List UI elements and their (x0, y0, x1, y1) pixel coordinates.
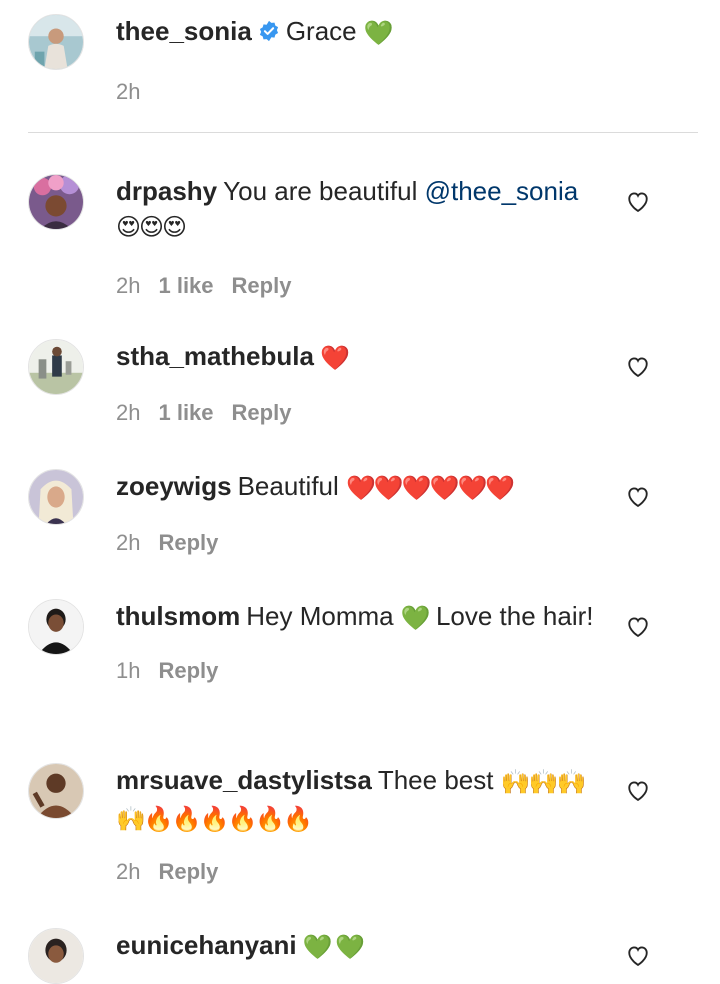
comment-username[interactable]: zoeywigs (116, 471, 232, 501)
heart-outline-icon (628, 192, 648, 213)
comment-emoji: 💚 💚 (302, 934, 365, 961)
like-button[interactable] (624, 776, 652, 804)
comment-time: 2h (116, 859, 141, 884)
reply-button[interactable]: Reply (232, 273, 292, 298)
comment-text-after: Love the hair! (435, 601, 594, 631)
avatar-thee-sonia[interactable] (28, 14, 84, 70)
avatar-mrsuave-dastylistsa[interactable] (28, 763, 84, 819)
avatar-zoeywigs[interactable] (28, 469, 84, 525)
comment-text: You are beautiful (223, 176, 418, 206)
avatar-drpashy[interactable] (28, 174, 84, 230)
heart-outline-icon (628, 617, 648, 638)
like-button[interactable] (624, 352, 652, 380)
caption-emoji: 💚 (363, 20, 394, 47)
comment-emoji: ❤️❤️❤️❤️❤️❤️ (346, 475, 515, 502)
comment-username[interactable]: eunicehanyani (116, 930, 297, 960)
comment-mention[interactable]: @thee_sonia (425, 176, 579, 206)
caption-username[interactable]: thee_sonia (116, 16, 252, 46)
comment-username[interactable]: thulsmom (116, 601, 240, 631)
comment-time: 2h (116, 273, 141, 298)
comment-text: Hey Momma (246, 601, 394, 631)
like-button[interactable] (624, 612, 652, 640)
comment-emoji: 💚 (400, 605, 431, 632)
caption-time: 2h (116, 79, 141, 104)
reply-button[interactable]: Reply (158, 859, 218, 884)
comment-username[interactable]: stha_mathebula (116, 341, 314, 371)
like-button[interactable] (624, 187, 652, 215)
caption-text: Grace (285, 16, 357, 46)
comment-time: 1h (116, 658, 141, 683)
heart-outline-icon (628, 781, 648, 802)
comment-text: Beautiful (237, 471, 339, 501)
verified-badge-icon (259, 20, 278, 42)
comment-time: 2h (116, 530, 141, 555)
reply-button[interactable]: Reply (232, 400, 292, 425)
avatar-thulsmom[interactable] (28, 599, 84, 655)
comment-username[interactable]: drpashy (116, 176, 217, 206)
heart-outline-icon (628, 946, 648, 967)
avatar-stha-mathebula[interactable] (28, 339, 84, 395)
heart-outline-icon (628, 357, 648, 378)
heart-outline-icon (628, 487, 648, 508)
like-button[interactable] (624, 482, 652, 510)
comment-likes[interactable]: 1 like (158, 400, 213, 425)
comment-username[interactable]: mrsuave_dastylistsa (116, 765, 372, 795)
caption-divider (28, 132, 698, 133)
comment-emoji: 😍😍😍 (116, 214, 187, 241)
like-button[interactable] (624, 941, 652, 969)
comment-likes[interactable]: 1 like (158, 273, 213, 298)
avatar-eunicehanyani[interactable] (28, 928, 84, 984)
comment-time: 2h (116, 400, 141, 425)
reply-button[interactable]: Reply (158, 530, 218, 555)
reply-button[interactable]: Reply (158, 658, 218, 683)
comment-text: Thee best (377, 765, 494, 795)
comment-emoji: ❤️ (319, 345, 350, 372)
